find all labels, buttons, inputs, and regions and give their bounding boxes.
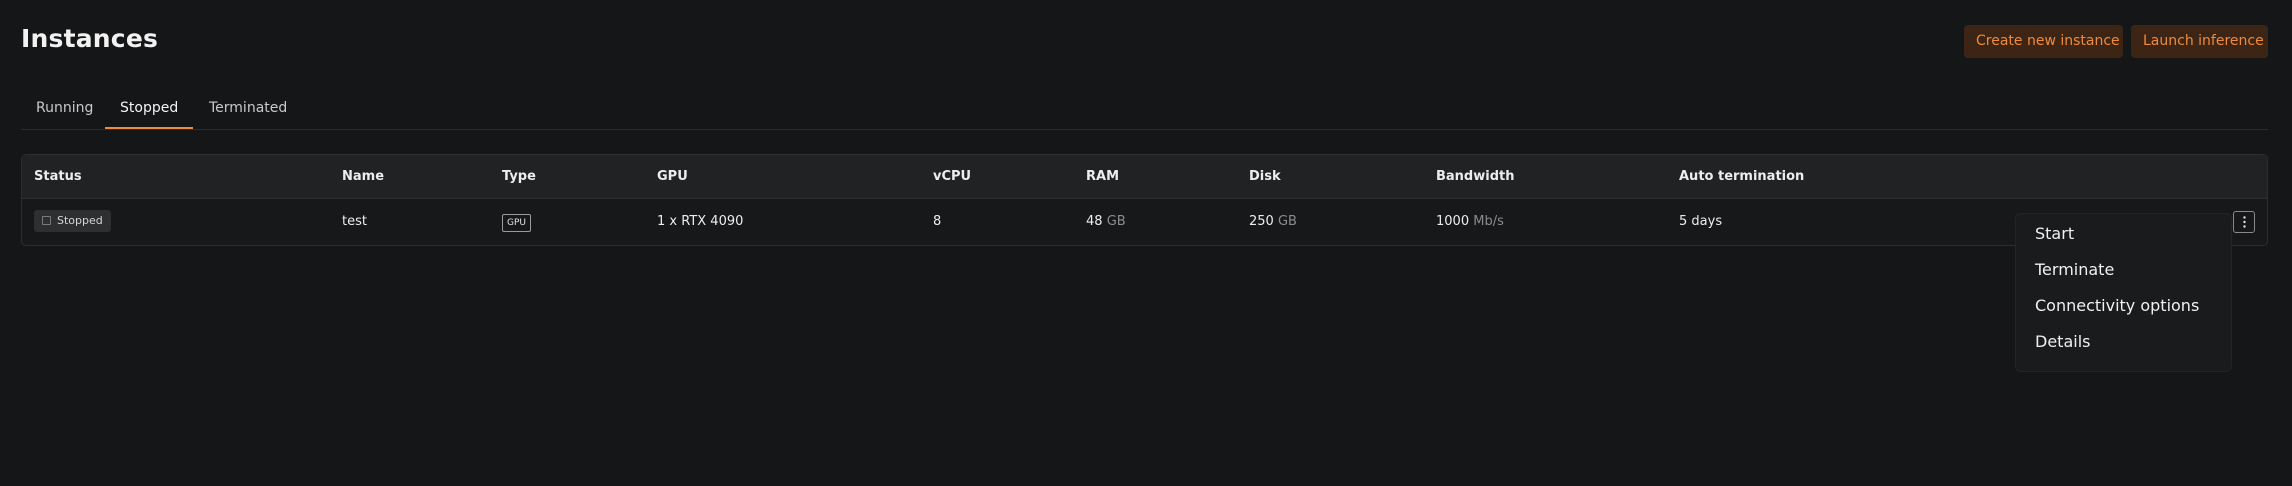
menu-item-details[interactable]: Details	[2035, 332, 2090, 351]
tab-stopped[interactable]: Stopped	[120, 100, 178, 116]
column-header-vcpu: vCPU	[933, 169, 972, 184]
bandwidth-cell: 1000 Mb/s	[1436, 214, 1504, 229]
column-header-disk: Disk	[1249, 169, 1281, 184]
launch-inference-button[interactable]: Launch inference	[2131, 25, 2268, 58]
column-header-status: Status	[34, 169, 82, 184]
column-header-type: Type	[502, 169, 536, 184]
bandwidth-unit: Mb/s	[1473, 214, 1504, 229]
tab-running[interactable]: Running	[36, 100, 93, 116]
column-header-gpu: GPU	[657, 169, 688, 184]
instance-tabs: Running Stopped Terminated	[21, 91, 2268, 130]
row-actions-button[interactable]	[2233, 211, 2255, 233]
menu-item-start[interactable]: Start	[2035, 224, 2074, 243]
instance-name: test	[342, 214, 367, 229]
type-badge: GPU	[502, 214, 531, 232]
instances-table: Status Name Type GPU vCPU RAM Disk Bandw…	[21, 154, 2268, 246]
active-tab-indicator	[105, 127, 193, 129]
ram-unit: GB	[1106, 214, 1126, 229]
disk-cell: 250 GB	[1249, 214, 1297, 229]
disk-unit: GB	[1277, 214, 1297, 229]
page-title: Instances	[21, 24, 159, 53]
vcpu-value: 8	[933, 214, 942, 229]
column-header-name: Name	[342, 169, 385, 184]
stop-square-icon	[42, 215, 51, 225]
bandwidth-value: 1000	[1436, 214, 1470, 229]
row-actions-menu: Start Terminate Connectivity options Det…	[2015, 213, 2232, 372]
status-badge: Stopped	[34, 210, 111, 232]
table-header: Status Name Type GPU vCPU RAM Disk Bandw…	[22, 155, 2267, 199]
tab-terminated[interactable]: Terminated	[209, 100, 287, 116]
menu-item-connectivity-options[interactable]: Connectivity options	[2035, 296, 2199, 315]
column-header-auto-termination: Auto termination	[1679, 169, 1805, 184]
create-instance-button[interactable]: Create new instance	[1964, 25, 2123, 58]
column-header-ram: RAM	[1086, 169, 1120, 184]
status-label: Stopped	[57, 214, 103, 227]
ram-cell: 48 GB	[1086, 214, 1126, 229]
more-vertical-icon	[2243, 216, 2246, 228]
instances-page: Instances Create new instance Launch inf…	[0, 0, 2292, 486]
ram-value: 48	[1086, 214, 1103, 229]
menu-item-terminate[interactable]: Terminate	[2035, 260, 2114, 279]
gpu-value: 1 x RTX 4090	[657, 214, 744, 229]
disk-value: 250	[1249, 214, 1274, 229]
column-header-bandwidth: Bandwidth	[1436, 169, 1515, 184]
auto-termination-value: 5 days	[1679, 214, 1723, 229]
